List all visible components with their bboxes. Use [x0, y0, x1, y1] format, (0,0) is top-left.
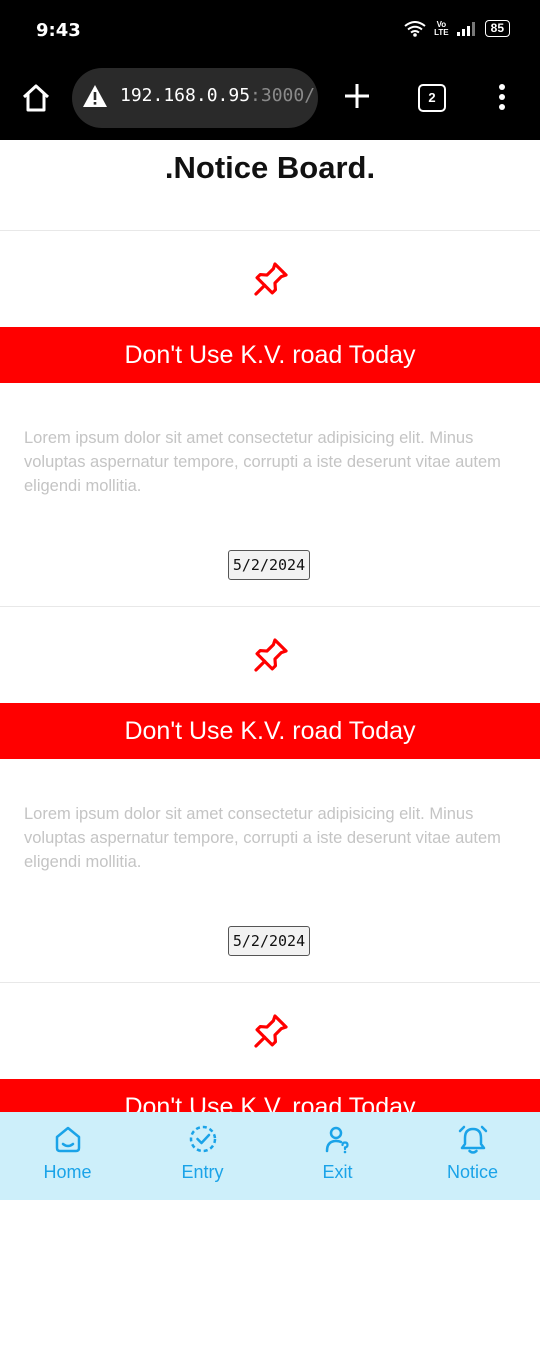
nav-item-exit[interactable]: Exit: [270, 1112, 405, 1200]
wifi-icon: [404, 20, 426, 37]
signal-icon: [456, 21, 475, 36]
url-text[interactable]: 192.168.0.95:3000/r: [120, 85, 318, 106]
more-menu-icon[interactable]: [492, 82, 512, 112]
new-tab-icon[interactable]: [343, 82, 371, 110]
browser-toolbar: 192.168.0.95:3000/r 2: [0, 60, 540, 140]
nav-item-home[interactable]: Home: [0, 1112, 135, 1200]
tab-switcher-button[interactable]: 2: [418, 84, 446, 112]
notice-card: Don't Use K.V. road Today Lorem ipsum do…: [0, 606, 540, 982]
pin-icon: [254, 1014, 288, 1048]
nav-item-notice[interactable]: Notice: [405, 1112, 540, 1200]
nav-label: Exit: [322, 1162, 353, 1182]
volte-indicator: Vo LTE: [434, 19, 449, 37]
status-icons: Vo LTE 85: [404, 20, 510, 37]
notice-title: Don't Use K.V. road Today: [0, 327, 540, 383]
bottom-navigation: Home Entry Exit Notice: [0, 1112, 540, 1200]
notice-date: 5/2/2024: [228, 550, 310, 580]
address-bar[interactable]: 192.168.0.95:3000/r: [72, 68, 318, 128]
bell-icon: [458, 1125, 487, 1154]
nav-item-entry[interactable]: Entry: [135, 1112, 270, 1200]
home-icon: [55, 1126, 80, 1153]
status-time: 9:43: [36, 20, 81, 41]
user-question-icon: [325, 1126, 349, 1154]
nav-label: Home: [43, 1162, 92, 1182]
status-bar: 9:43 Vo LTE 85: [0, 0, 540, 60]
notice-body: Lorem ipsum dolor sit amet consectetur a…: [24, 805, 501, 871]
notice-date: 5/2/2024: [228, 926, 310, 956]
nav-label: Entry: [181, 1162, 224, 1182]
home-icon[interactable]: [20, 82, 52, 114]
battery-indicator: 85: [484, 20, 510, 37]
page-title: .Notice Board.: [164, 150, 376, 185]
pin-icon: [254, 638, 288, 672]
check-circle-icon: [189, 1125, 216, 1153]
notice-title: Don't Use K.V. road Today: [0, 703, 540, 759]
notice-card: Don't Use K.V. road Today Lorem ipsum do…: [0, 230, 540, 606]
pin-icon: [254, 262, 288, 296]
warning-icon[interactable]: [82, 84, 108, 108]
nav-label: Notice: [446, 1162, 499, 1182]
notice-body: Lorem ipsum dolor sit amet consectetur a…: [24, 429, 501, 495]
